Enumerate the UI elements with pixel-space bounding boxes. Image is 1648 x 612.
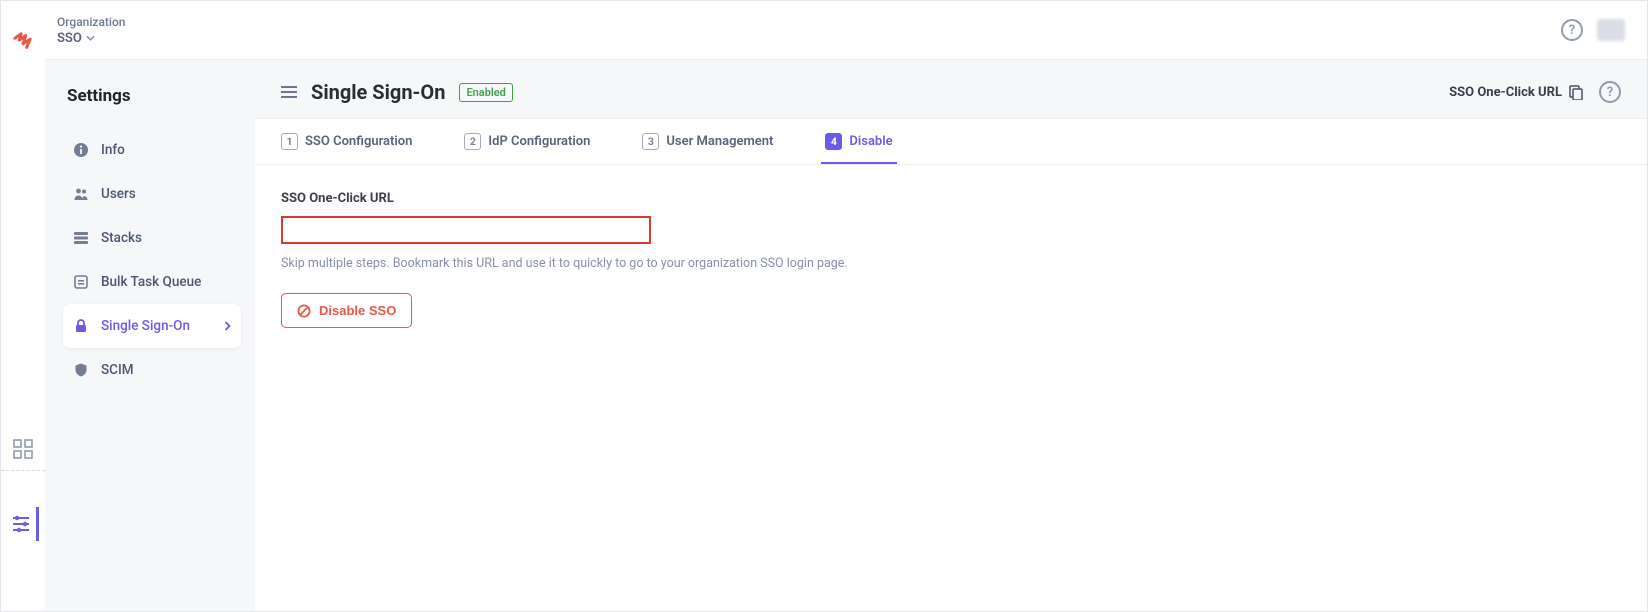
- sso-one-click-url-input[interactable]: [281, 216, 651, 244]
- dashboard-icon[interactable]: [13, 439, 33, 459]
- sidebar-title: Settings: [63, 86, 241, 106]
- stacks-icon: [73, 230, 89, 246]
- url-link-label: SSO One-Click URL: [1449, 85, 1562, 100]
- breadcrumb-current: SSO: [57, 31, 125, 46]
- sidebar-item-label: Stacks: [101, 230, 142, 246]
- sidebar-item-single-sign-on[interactable]: Single Sign-On: [63, 304, 241, 348]
- copy-icon: [1569, 85, 1583, 100]
- tab-label: IdP Configuration: [488, 134, 590, 149]
- sidebar-item-label: Bulk Task Queue: [101, 274, 201, 290]
- chevron-right-icon: [224, 321, 231, 331]
- tab-label: Disable: [849, 134, 892, 149]
- avatar[interactable]: [1597, 19, 1625, 41]
- tab-idp-configuration[interactable]: 2 IdP Configuration: [460, 119, 594, 164]
- content-row: Settings Info Users: [45, 59, 1647, 611]
- rail-bottom-group: [1, 439, 44, 541]
- sidebar-item-label: SCIM: [101, 362, 134, 378]
- disable-sso-button[interactable]: Disable SSO: [281, 293, 412, 328]
- url-field-help: Skip multiple steps. Bookmark this URL a…: [281, 256, 1621, 271]
- top-header: Organization SSO ?: [45, 1, 1647, 59]
- tab-number: 1: [281, 133, 298, 150]
- help-icon[interactable]: ?: [1599, 81, 1621, 103]
- sidebar-item-users[interactable]: Users: [63, 172, 241, 216]
- app-logo-icon[interactable]: [12, 31, 34, 51]
- sidebar-item-info[interactable]: Info: [63, 128, 241, 172]
- app-frame: Organization SSO ? Settings I: [0, 0, 1648, 612]
- tab-label: User Management: [666, 134, 773, 149]
- tab-sso-configuration[interactable]: 1 SSO Configuration: [277, 119, 416, 164]
- hamburger-icon[interactable]: [281, 85, 297, 99]
- rail-settings-icon[interactable]: [6, 507, 39, 541]
- tab-disable[interactable]: 4 Disable: [821, 119, 896, 164]
- settings-sidebar: Settings Info Users: [45, 60, 255, 611]
- tab-number: 4: [825, 133, 842, 150]
- tab-user-management[interactable]: 3 User Management: [638, 119, 777, 164]
- sso-one-click-url-link[interactable]: SSO One-Click URL: [1449, 85, 1583, 100]
- main-area: Organization SSO ? Settings I: [45, 1, 1647, 611]
- shield-icon: [73, 362, 89, 378]
- page-header-left: Single Sign-On Enabled: [281, 80, 513, 104]
- tab-number: 3: [642, 133, 659, 150]
- breadcrumb-current-label: SSO: [57, 31, 82, 46]
- sidebar-item-bulk-task-queue[interactable]: Bulk Task Queue: [63, 260, 241, 304]
- content-pane: Single Sign-On Enabled SSO One-Click URL…: [255, 60, 1647, 611]
- sidebar-item-stacks[interactable]: Stacks: [63, 216, 241, 260]
- sidebar-item-label: Single Sign-On: [101, 318, 190, 334]
- info-icon: [73, 142, 89, 158]
- lock-icon: [73, 318, 89, 334]
- left-rail: [1, 1, 45, 611]
- tab-label: SSO Configuration: [305, 134, 412, 149]
- page-header-bar: Single Sign-On Enabled SSO One-Click URL…: [255, 60, 1647, 119]
- tabs: 1 SSO Configuration 2 IdP Configuration …: [255, 119, 1647, 165]
- sidebar-item-label: Info: [101, 142, 125, 158]
- help-icon[interactable]: ?: [1561, 19, 1583, 41]
- status-badge: Enabled: [459, 83, 512, 102]
- top-header-right: ?: [1561, 19, 1625, 41]
- disable-button-label: Disable SSO: [319, 303, 396, 318]
- url-field-label: SSO One-Click URL: [281, 191, 1621, 206]
- sidebar-item-label: Users: [101, 186, 136, 202]
- queue-icon: [73, 274, 89, 290]
- breadcrumb[interactable]: Organization SSO: [57, 15, 125, 46]
- breadcrumb-parent: Organization: [57, 15, 125, 29]
- tab-body: SSO One-Click URL Skip multiple steps. B…: [255, 165, 1647, 354]
- prohibit-icon: [297, 304, 311, 318]
- page-header-right: SSO One-Click URL ?: [1449, 81, 1621, 103]
- chevron-down-icon: [86, 35, 95, 41]
- tab-number: 2: [464, 133, 481, 150]
- sidebar-item-scim[interactable]: SCIM: [63, 348, 241, 392]
- users-icon: [73, 186, 89, 202]
- page-title: Single Sign-On: [311, 80, 445, 104]
